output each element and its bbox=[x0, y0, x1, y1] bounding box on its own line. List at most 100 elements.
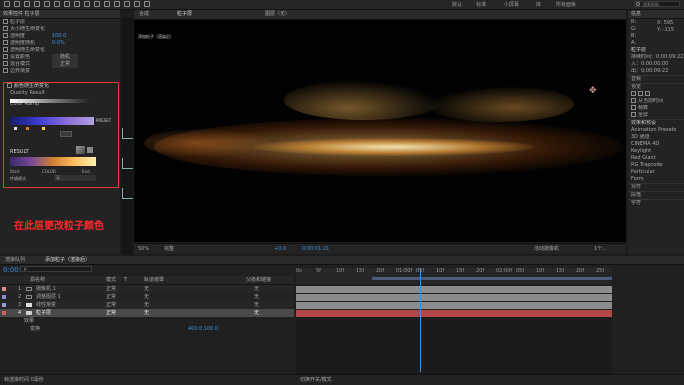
brush-tool-icon[interactable] bbox=[104, 1, 110, 7]
eyedropper-icon[interactable] bbox=[87, 147, 93, 153]
loop-icon[interactable] bbox=[645, 91, 650, 96]
camera-dropdown[interactable]: 活动摄像机 bbox=[534, 244, 559, 254]
roto-tool-icon[interactable] bbox=[134, 1, 140, 7]
tab-render-queue[interactable]: 渲染队列 bbox=[2, 256, 28, 264]
exposure-value[interactable]: +0.0 bbox=[274, 244, 286, 254]
effect-row-2[interactable]: 大小随生命变化 bbox=[0, 26, 120, 33]
search-help-input[interactable]: 搜索帮助 bbox=[634, 1, 680, 7]
effects-item-8[interactable]: Form bbox=[628, 176, 684, 183]
blend-mode-dropdown[interactable]: 正常 bbox=[52, 61, 79, 68]
effect-row-7[interactable]: 混合模式 正常 bbox=[0, 61, 120, 68]
checkbox-fullscreen[interactable]: 全屏 bbox=[628, 112, 684, 119]
tab-particle-layer[interactable]: 粒子层 bbox=[174, 10, 195, 18]
effects-item-6[interactable]: RG Trapcode bbox=[628, 162, 684, 169]
effect-row-4[interactable]: 透明度随机 0.0% bbox=[0, 40, 120, 47]
preview-panel-header[interactable]: 预览 bbox=[628, 83, 684, 91]
character-panel-header[interactable]: 字符 bbox=[628, 199, 684, 207]
layer-bar-4[interactable] bbox=[296, 310, 612, 317]
resolution-dropdown[interactable]: 完整 bbox=[164, 244, 174, 254]
zoom-dropdown[interactable]: 50% bbox=[138, 244, 149, 254]
layer-header-row: 源名称 模式 T 轨道遮罩 父级和链接 bbox=[0, 276, 294, 285]
layer-bar-3[interactable] bbox=[296, 302, 612, 309]
puppet-tool-icon[interactable] bbox=[144, 1, 150, 7]
checkbox-frames[interactable]: 帧数 bbox=[628, 105, 684, 112]
right-info-panel: 信息 R: G: B: A: X: 595 Y: -115 粒子层 持续时间：0… bbox=[628, 10, 684, 254]
tab-composition[interactable]: 合成 bbox=[136, 10, 152, 18]
effect-row-3[interactable]: 透明度 100.0 bbox=[0, 33, 120, 40]
ramp-button[interactable] bbox=[60, 131, 72, 137]
col-t[interactable]: T bbox=[124, 276, 127, 284]
stop-icon[interactable] bbox=[638, 91, 643, 96]
effects-item-3[interactable]: CINEMA 4D bbox=[628, 141, 684, 148]
time-ruler[interactable]: 0s 5f 10f 15f 20f 01:00f 05f 10f 15f 20f… bbox=[296, 268, 612, 284]
ramp-stop-2[interactable] bbox=[26, 127, 29, 130]
eraser-tool-icon[interactable] bbox=[124, 1, 130, 7]
layer-search-input[interactable]: ρ. bbox=[20, 266, 92, 272]
effect-row-5[interactable]: 透明随生命变化 bbox=[0, 47, 120, 54]
layer-row-2[interactable]: 2 调整图层 1 正常 无 无 bbox=[0, 293, 294, 301]
preset-button[interactable]: PRESET bbox=[96, 118, 111, 123]
workspace-default[interactable]: 默认 bbox=[452, 1, 462, 8]
composition-viewer[interactable]: 添加粒子（渲染后） ✥ bbox=[134, 20, 626, 242]
zoom-tool-icon[interactable] bbox=[34, 1, 40, 7]
effect-row-8[interactable]: 边界渐变 bbox=[0, 68, 120, 75]
workspace-library[interactable]: 库 bbox=[536, 1, 541, 8]
camera-tool-icon[interactable] bbox=[54, 1, 60, 7]
playhead[interactable] bbox=[420, 268, 421, 372]
layer-row-1[interactable]: 1 摄像机 1 正常 无 无 bbox=[0, 285, 294, 293]
col-track-matte[interactable]: 轨道遮罩 bbox=[144, 276, 164, 284]
text-tool-icon[interactable] bbox=[94, 1, 100, 7]
layer-bar-1[interactable] bbox=[296, 286, 612, 293]
solid-icon bbox=[26, 303, 32, 307]
workspace-all-panels[interactable]: 所有面板 bbox=[556, 1, 576, 8]
views-dropdown[interactable]: 1个... bbox=[594, 244, 607, 254]
effects-item-5[interactable]: Red Giant bbox=[628, 155, 684, 162]
checkbox-from-current[interactable]: 从当前时间 bbox=[628, 98, 684, 105]
stamp-tool-icon[interactable] bbox=[114, 1, 120, 7]
effects-item-2[interactable]: 3D 通道 bbox=[628, 134, 684, 141]
layer-bar-2[interactable] bbox=[296, 294, 612, 301]
layer-row-3[interactable]: 3 线性渐变 正常 无 无 bbox=[0, 301, 294, 309]
sublayer-transform[interactable]: 变换 400.0,100.0 bbox=[0, 325, 294, 333]
mask-tool-icon[interactable] bbox=[74, 1, 80, 7]
position-value[interactable]: 400.0,100.0 bbox=[188, 325, 218, 333]
pen-tool-icon[interactable] bbox=[84, 1, 90, 7]
col-source-name[interactable]: 源名称 bbox=[30, 276, 45, 284]
effect-controls-tab[interactable]: 效果控件 粒子层 bbox=[0, 10, 120, 19]
effects-item-4[interactable]: Keylight bbox=[628, 148, 684, 155]
effects-presets-header[interactable]: 效果和预设 bbox=[628, 119, 684, 127]
play-icon[interactable] bbox=[631, 91, 636, 96]
effect-row-1[interactable]: 粒子层 bbox=[0, 19, 120, 26]
ramp-stop-1[interactable] bbox=[14, 127, 17, 130]
rotate-tool-icon[interactable] bbox=[44, 1, 50, 7]
layer-row-4-selected[interactable]: 4 粒子层 正常 无 无 bbox=[0, 309, 294, 317]
color-ramp-bar[interactable] bbox=[10, 117, 94, 125]
pan-tool-icon[interactable] bbox=[64, 1, 70, 7]
paragraph-panel-header[interactable]: 段落 bbox=[628, 191, 684, 199]
effect-row-6[interactable]: 设置颜色 随机 bbox=[0, 54, 120, 61]
effects-item-7[interactable]: Particular bbox=[628, 169, 684, 176]
workspace-small-screen[interactable]: 小屏幕 bbox=[504, 1, 519, 8]
col-mode[interactable]: 模式 bbox=[106, 276, 116, 284]
crosshair-icon[interactable]: ✥ bbox=[589, 86, 597, 96]
col-parent[interactable]: 父级和链接 bbox=[246, 276, 271, 284]
work-area-bar[interactable] bbox=[372, 277, 612, 280]
color-swatch-icon[interactable] bbox=[76, 146, 85, 154]
info-panel-title[interactable]: 信息 bbox=[628, 10, 684, 19]
effects-item-1[interactable]: Animation Presets bbox=[628, 127, 684, 134]
color-over-life-title[interactable]: 颜色随生命变化 bbox=[4, 83, 118, 90]
audio-panel-header[interactable]: 音频 bbox=[628, 75, 684, 83]
hand-tool-icon[interactable] bbox=[24, 1, 30, 7]
viewer-timecode[interactable]: 0:00:01:21 bbox=[302, 244, 329, 254]
workspace-standard[interactable]: 标准 bbox=[476, 1, 486, 8]
result-label: RESULT bbox=[10, 149, 29, 155]
align-panel-header[interactable]: 对齐 bbox=[628, 183, 684, 191]
selection-tool-icon[interactable] bbox=[14, 1, 20, 7]
home-icon[interactable] bbox=[4, 1, 10, 7]
transfer-mode-dropdown[interactable]: 无 bbox=[54, 175, 96, 181]
tab-comp-timeline[interactable]: 添加粒子（渲染后） bbox=[42, 256, 93, 264]
sublayer-effects[interactable]: 效果 bbox=[0, 317, 294, 325]
ramp-stop-3[interactable] bbox=[42, 127, 45, 130]
tab-layer-none[interactable]: 图层（无） bbox=[262, 10, 293, 18]
set-color-dropdown[interactable]: 随机 bbox=[52, 54, 79, 61]
